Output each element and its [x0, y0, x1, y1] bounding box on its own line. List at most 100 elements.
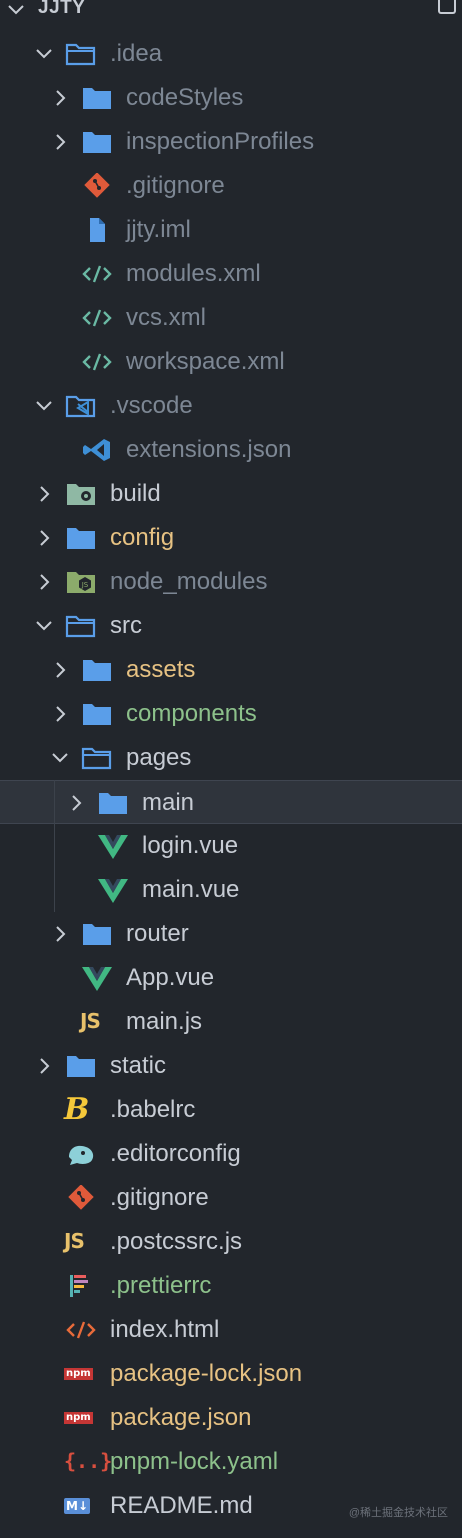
npm-icon: npm: [64, 1412, 93, 1424]
tree-row[interactable]: src: [0, 604, 462, 648]
tree-row-label: vcs.xml: [126, 304, 206, 331]
tree-row-label: jjty.iml: [126, 216, 191, 243]
folder-open-icon: [64, 41, 98, 67]
tree-row-label: config: [110, 524, 175, 551]
vue-icon: [80, 965, 114, 991]
folder-open-icon: [80, 745, 114, 771]
folder-open-icon: [64, 613, 98, 639]
tree-row[interactable]: .gitignore: [0, 1176, 462, 1220]
tree-row-label: components: [126, 700, 257, 727]
chevron-down-icon[interactable]: [50, 748, 70, 768]
tree-row[interactable]: pages: [0, 736, 462, 780]
tree-row-label: extensions.json: [126, 436, 292, 463]
tree-row-label: README.md: [110, 1492, 253, 1519]
chevron-right-icon[interactable]: [34, 1056, 54, 1076]
tree-row[interactable]: B .babelrc: [0, 1088, 462, 1132]
xml-icon: [80, 349, 114, 375]
tree-row-label: .gitignore: [110, 1184, 209, 1211]
editorconfig-icon: [64, 1141, 98, 1167]
node-folder-icon: JS: [64, 569, 98, 595]
tree-row-label: router: [126, 920, 189, 947]
tree-row[interactable]: config: [0, 516, 462, 560]
tree-row[interactable]: index.html: [0, 1308, 462, 1352]
tree-row-label: main.js: [126, 1008, 203, 1035]
explorer-title: JJTY: [38, 0, 86, 18]
tree-row-label: package.json: [110, 1404, 252, 1431]
prettier-icon: [64, 1273, 98, 1299]
chevron-down-icon[interactable]: [6, 0, 26, 20]
chevron-right-icon[interactable]: [50, 704, 70, 724]
tree-row[interactable]: main: [0, 780, 462, 824]
tree-row[interactable]: {..} pnpm-lock.yaml: [0, 1440, 462, 1484]
tree-row-label: codeStyles: [126, 84, 244, 111]
tree-row[interactable]: jjty.iml: [0, 208, 462, 252]
babel-icon: B: [64, 1092, 90, 1127]
tree-row[interactable]: static: [0, 1044, 462, 1088]
gear-folder-icon: [64, 481, 98, 507]
tree-row-label: inspectionProfiles: [126, 128, 315, 155]
tree-row[interactable]: components: [0, 692, 462, 736]
chevron-right-icon[interactable]: [50, 88, 70, 108]
markdown-icon: M↓: [64, 1498, 90, 1514]
chevron-right-icon[interactable]: [50, 660, 70, 680]
tree-row[interactable]: build: [0, 472, 462, 516]
chevron-right-icon[interactable]: [34, 528, 54, 548]
vue-icon: [96, 877, 130, 903]
tree-row[interactable]: main.vue: [0, 868, 462, 912]
tree-row[interactable]: JS main.js: [0, 1000, 462, 1044]
tree-row[interactable]: router: [0, 912, 462, 956]
tree-row[interactable]: npm package-lock.json: [0, 1352, 462, 1396]
chevron-right-icon[interactable]: [50, 924, 70, 944]
tree-row-label: workspace.xml: [126, 348, 285, 375]
folder-icon: [80, 657, 114, 683]
js-icon: JS: [80, 1009, 101, 1033]
chevron-down-icon[interactable]: [34, 616, 54, 636]
tree-row[interactable]: .prettierrc: [0, 1264, 462, 1308]
html-icon: [64, 1317, 98, 1343]
tree-row-label: App.vue: [126, 964, 215, 991]
tree-row-label: build: [110, 480, 161, 507]
tree-row[interactable]: assets: [0, 648, 462, 692]
chevron-right-icon[interactable]: [66, 793, 86, 813]
tree-row-label: pnpm-lock.yaml: [110, 1448, 279, 1475]
tree-row[interactable]: codeStyles: [0, 76, 462, 120]
explorer-header[interactable]: JJTY: [0, 0, 462, 24]
git-icon: [80, 173, 114, 199]
tree-row[interactable]: workspace.xml: [0, 340, 462, 384]
tree-row[interactable]: JS node_modules: [0, 560, 462, 604]
indent-guide: [54, 780, 55, 912]
chevron-down-icon[interactable]: [34, 44, 54, 64]
chevron-right-icon[interactable]: [34, 572, 54, 592]
vscode-icon: [80, 437, 114, 463]
tree-row[interactable]: .vscode: [0, 384, 462, 428]
folder-icon: [80, 85, 114, 111]
tree-row[interactable]: modules.xml: [0, 252, 462, 296]
tree-row-label: pages: [126, 744, 192, 771]
tree-row-label: main: [142, 789, 195, 816]
tree-row[interactable]: JS .postcssrc.js: [0, 1220, 462, 1264]
tree-row[interactable]: npm package.json: [0, 1396, 462, 1440]
vscode-folder-icon: [64, 393, 98, 419]
tree-row-label: node_modules: [110, 568, 268, 595]
npm-icon: npm: [64, 1368, 93, 1380]
tree-row-label: .editorconfig: [110, 1140, 241, 1167]
tree-row-label: login.vue: [142, 832, 239, 859]
chevron-down-icon[interactable]: [34, 396, 54, 416]
tree-row-label: .prettierrc: [110, 1272, 212, 1299]
tree-row-label: modules.xml: [126, 260, 261, 287]
tree-row-label: .gitignore: [126, 172, 225, 199]
chevron-right-icon[interactable]: [34, 484, 54, 504]
tree-row[interactable]: .idea: [0, 32, 462, 76]
tree-row[interactable]: .gitignore: [0, 164, 462, 208]
tree-row[interactable]: login.vue: [0, 824, 462, 868]
tree-row-label: .idea: [110, 40, 163, 67]
tree-row[interactable]: .editorconfig: [0, 1132, 462, 1176]
tree-row[interactable]: App.vue: [0, 956, 462, 1000]
tree-row-label: package-lock.json: [110, 1360, 303, 1387]
tree-row-label: index.html: [110, 1316, 220, 1343]
folder-icon: [96, 790, 130, 816]
chevron-right-icon[interactable]: [50, 132, 70, 152]
tree-row[interactable]: inspectionProfiles: [0, 120, 462, 164]
tree-row[interactable]: extensions.json: [0, 428, 462, 472]
tree-row[interactable]: vcs.xml: [0, 296, 462, 340]
